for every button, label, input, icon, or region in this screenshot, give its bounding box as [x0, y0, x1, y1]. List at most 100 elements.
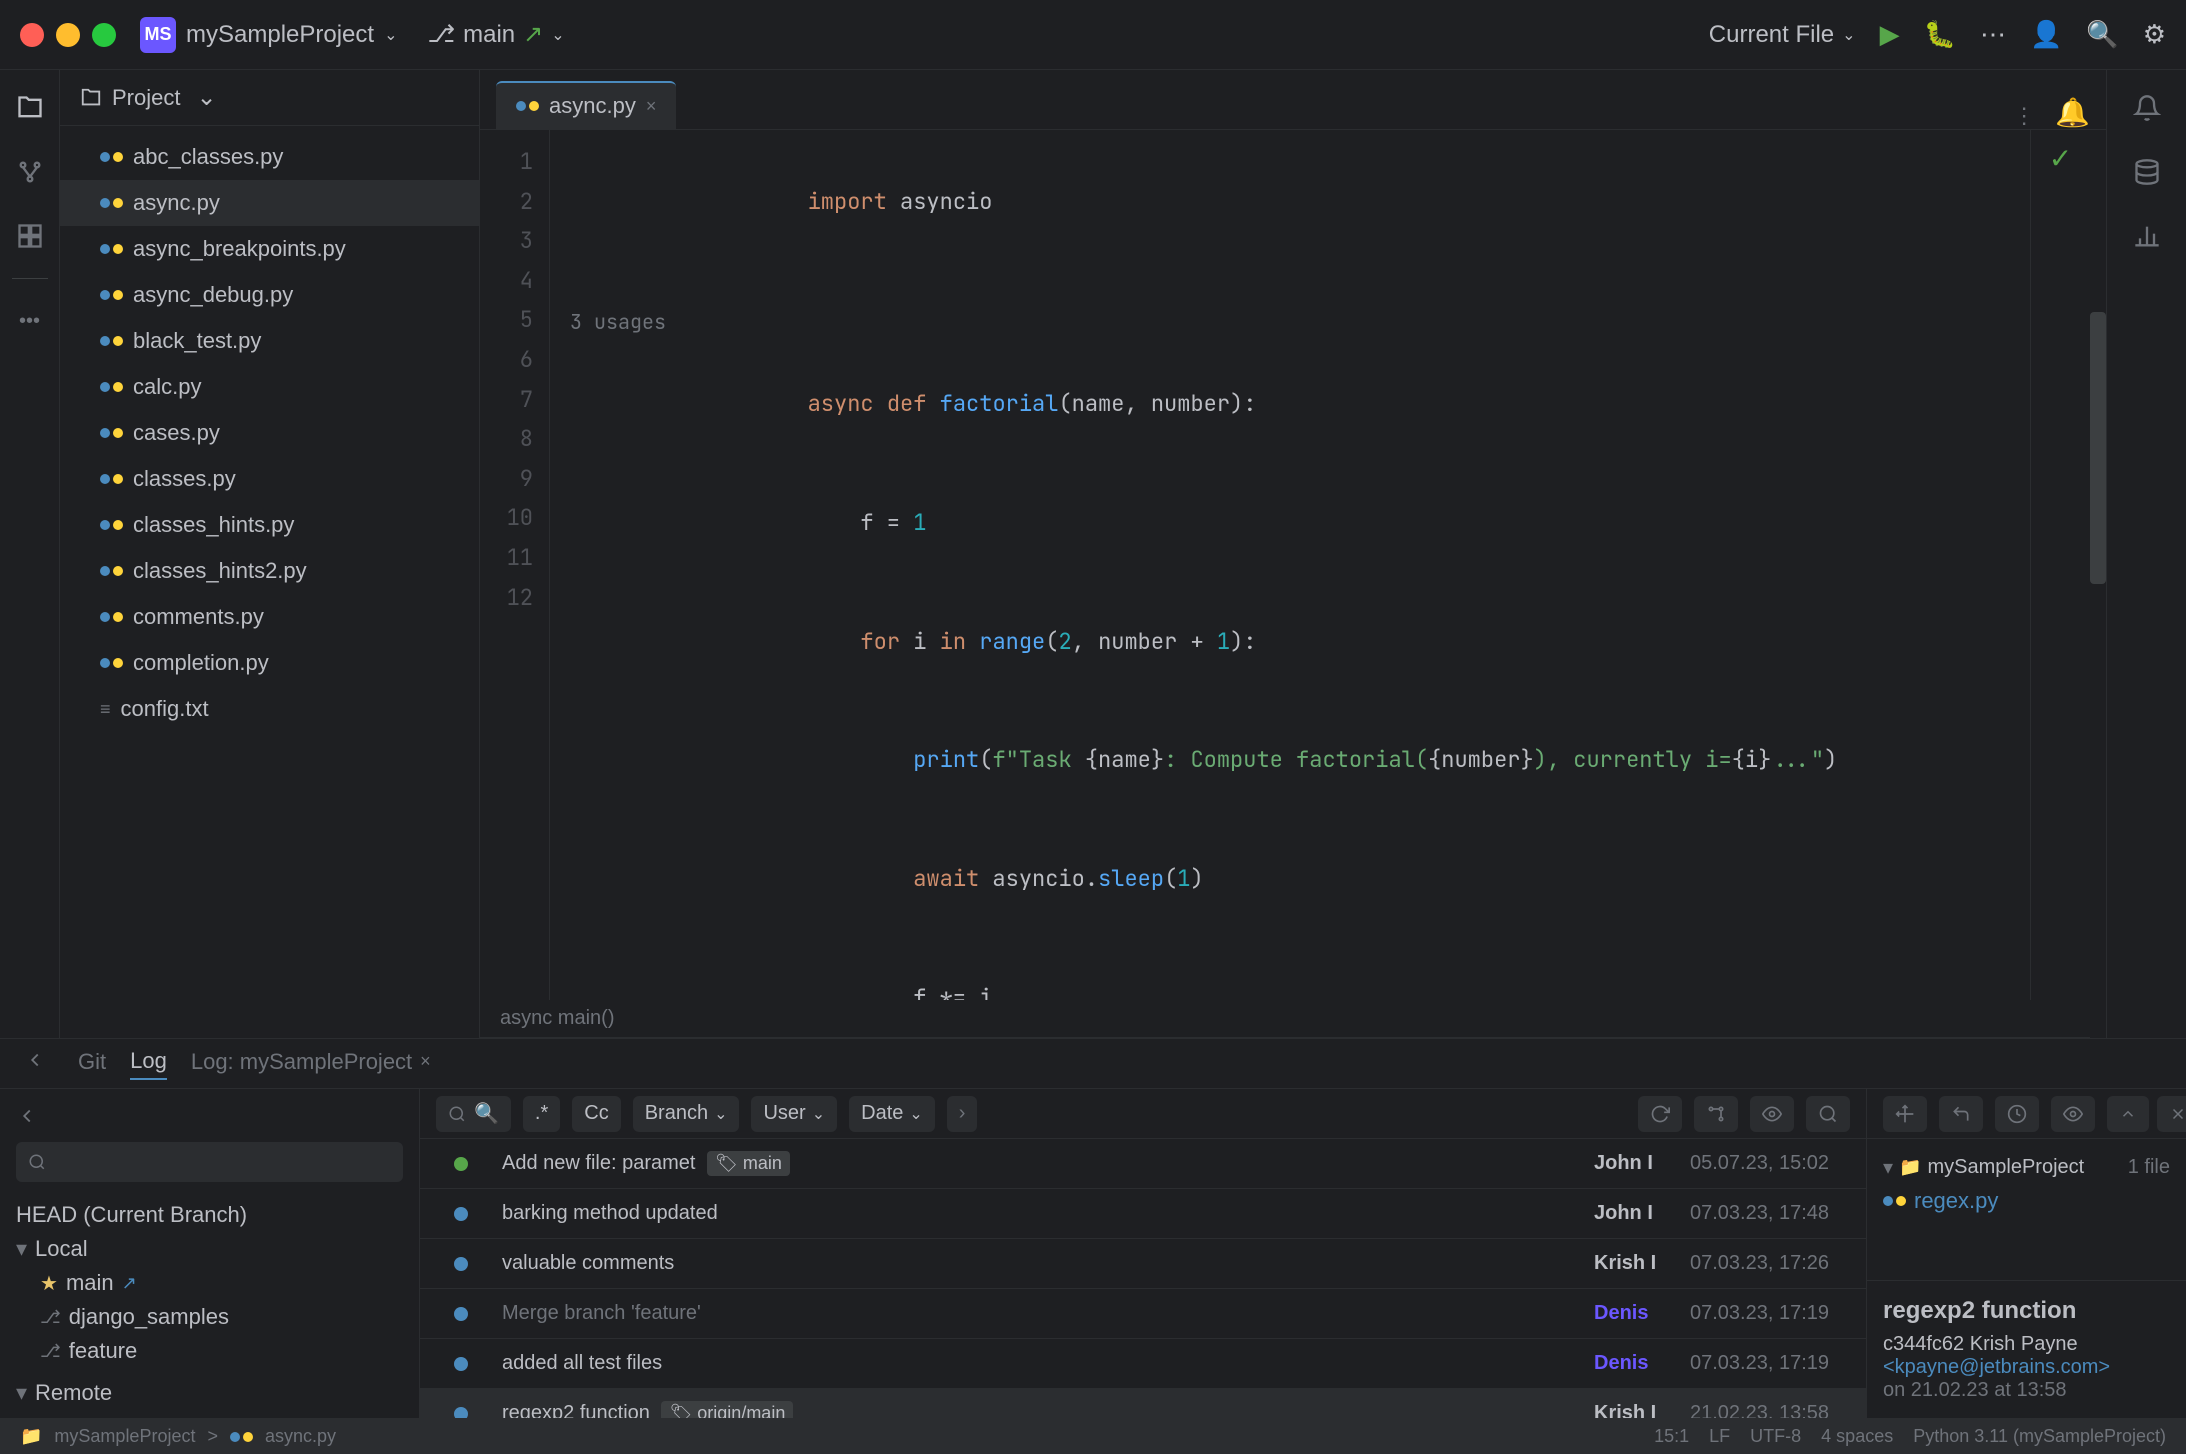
traffic-lights — [20, 23, 116, 47]
sidebar-structure-btn[interactable] — [8, 214, 52, 258]
commit-author-2: Krish I — [1594, 1252, 1674, 1275]
status-folder-icon: 📁 — [20, 1426, 42, 1447]
run-button[interactable]: ▶ — [1880, 19, 1900, 50]
commit-row-0[interactable]: Add new file: paramet 🏷 main John I 05.0… — [420, 1139, 1866, 1189]
git-branch-feature[interactable]: ⎇ feature — [16, 1334, 403, 1368]
commit-row-2[interactable]: valuable comments Krish I 07.03.23, 17:2… — [420, 1239, 1866, 1289]
commit-msg-1: barking method updated — [502, 1202, 1578, 1225]
right-panel-bell[interactable] — [2125, 86, 2169, 130]
tab-bar: async.py × ⋮ 🔔 — [480, 70, 2106, 130]
detail-folder-icon: 📁 — [1899, 1157, 1921, 1178]
commit-author-5: Krish I — [1594, 1402, 1674, 1418]
file-list: abc_classes.py async.py async_breakpoint… — [60, 126, 479, 1038]
status-encoding[interactable]: UTF-8 — [1750, 1426, 1801, 1447]
git-panel-prev[interactable] — [16, 1105, 403, 1134]
refresh-btn[interactable] — [1638, 1096, 1682, 1132]
file-item-comments[interactable]: comments.py — [60, 594, 479, 640]
sidebar-vcs-btn[interactable] — [8, 150, 52, 194]
git-branch-main[interactable]: ★ main ↗ — [16, 1266, 403, 1300]
tab-more-button[interactable]: ⋮ — [2013, 103, 2035, 129]
regex-filter-btn[interactable]: .* — [523, 1096, 560, 1132]
code-line-5: f = 1 — [570, 463, 2010, 582]
code-editor[interactable]: import asyncio 3 usages async def factor… — [550, 130, 2030, 1000]
tab-python-icon — [516, 101, 539, 111]
detail-expand-btn[interactable] — [1883, 1096, 1927, 1132]
branch-info[interactable]: ⎇ main ↗ ⌄ — [427, 20, 564, 49]
file-item-classes-hints[interactable]: classes_hints.py — [60, 502, 479, 548]
minimap-scrollbar[interactable] — [2090, 130, 2106, 1038]
git-search-input[interactable] — [16, 1142, 403, 1182]
python-file-icon — [100, 428, 123, 438]
commit-list: Add new file: paramet 🏷 main John I 05.0… — [420, 1139, 1866, 1418]
more-button[interactable]: ⋯ — [1980, 19, 2006, 50]
file-item-black-test[interactable]: black_test.py — [60, 318, 479, 364]
detail-up-btn[interactable] — [2107, 1096, 2149, 1132]
commit-author-4: Denis — [1594, 1352, 1674, 1375]
tab-close-log[interactable]: × — [420, 1051, 431, 1072]
notification-bell[interactable]: 🔔 — [2055, 96, 2090, 129]
current-file-dropdown-icon[interactable]: ⌄ — [1842, 25, 1855, 45]
bottom-panel-collapse[interactable] — [24, 1049, 46, 1078]
detail-back-btn[interactable] — [1939, 1096, 1983, 1132]
git-branch-django[interactable]: ⎇ django_samples — [16, 1300, 403, 1334]
detail-close-btn[interactable] — [2157, 1096, 2186, 1132]
project-dropdown-arrow[interactable]: ⌄ — [196, 83, 216, 112]
tab-log[interactable]: Log — [130, 1048, 167, 1080]
file-item-config[interactable]: ≡ config.txt — [60, 686, 479, 732]
branch-filter-btn[interactable]: Branch ⌄ — [633, 1096, 740, 1132]
right-panel-db[interactable] — [2125, 150, 2169, 194]
more-filter-btn[interactable]: › — [947, 1096, 978, 1132]
git-remote-section[interactable]: ▾ Remote — [16, 1376, 403, 1402]
minimap-thumb[interactable] — [2090, 312, 2106, 584]
branch-dropdown-icon[interactable]: ⌄ — [551, 25, 564, 45]
search-icon[interactable]: 🔍 — [2086, 19, 2118, 50]
file-item-async-debug[interactable]: async_debug.py — [60, 272, 479, 318]
sidebar-more-btn[interactable]: ••• — [8, 299, 52, 343]
user-filter-btn[interactable]: User ⌄ — [751, 1096, 837, 1132]
file-item-calc[interactable]: calc.py — [60, 364, 479, 410]
file-item-abc-classes[interactable]: abc_classes.py — [60, 134, 479, 180]
project-dropdown-icon[interactable]: ⌄ — [384, 25, 397, 45]
status-indent[interactable]: 4 spaces — [1821, 1426, 1893, 1447]
file-item-classes[interactable]: classes.py — [60, 456, 479, 502]
current-file-section[interactable]: Current File ⌄ — [1709, 21, 1856, 49]
account-icon[interactable]: 👤 — [2030, 19, 2062, 50]
sidebar-files-btn[interactable] — [8, 86, 52, 130]
status-line-endings[interactable]: LF — [1709, 1426, 1730, 1447]
status-python-version[interactable]: Python 3.11 (mySampleProject) — [1913, 1426, 2166, 1447]
tab-close-button[interactable]: × — [646, 96, 657, 117]
commit-msg-2: valuable comments — [502, 1252, 1578, 1275]
branch-compare-btn[interactable] — [1694, 1096, 1738, 1132]
debug-button[interactable]: 🐛 — [1924, 19, 1956, 50]
file-item-classes-hints2[interactable]: classes_hints2.py — [60, 548, 479, 594]
commit-row-3[interactable]: Merge branch 'feature' Denis 07.03.23, 1… — [420, 1289, 1866, 1339]
status-position[interactable]: 15:1 — [1654, 1426, 1689, 1447]
file-item-completion[interactable]: completion.py — [60, 640, 479, 686]
project-name[interactable]: MS mySampleProject ⌄ — [140, 17, 397, 53]
commit-row-4[interactable]: added all test files Denis 07.03.23, 17:… — [420, 1339, 1866, 1389]
minimize-button[interactable] — [56, 23, 80, 47]
editor-tab-async[interactable]: async.py × — [496, 81, 676, 129]
right-panel-chart[interactable] — [2125, 214, 2169, 258]
file-item-async[interactable]: async.py — [60, 180, 479, 226]
detail-history-btn[interactable] — [1995, 1096, 2039, 1132]
file-item-cases[interactable]: cases.py — [60, 410, 479, 456]
commit-search-box[interactable]: 🔍 — [436, 1096, 511, 1132]
detail-eye-btn[interactable] — [2051, 1096, 2095, 1132]
maximize-button[interactable] — [92, 23, 116, 47]
close-button[interactable] — [20, 23, 44, 47]
commit-msg-0: Add new file: paramet 🏷 main — [502, 1151, 1578, 1176]
tab-git[interactable]: Git — [78, 1049, 106, 1079]
tab-log-project[interactable]: Log: mySampleProject × — [191, 1049, 431, 1079]
commit-row-1[interactable]: barking method updated John I 07.03.23, … — [420, 1189, 1866, 1239]
current-file-label: Current File — [1709, 21, 1834, 49]
detail-file-regex[interactable]: regex.py — [1883, 1184, 2170, 1218]
git-local-section[interactable]: ▾ Local — [16, 1232, 403, 1266]
commit-row-5[interactable]: regexp2 function 🏷 origin/main Krish I 2… — [420, 1389, 1866, 1418]
date-filter-btn[interactable]: Date ⌄ — [849, 1096, 935, 1132]
settings-icon[interactable]: ⚙ — [2143, 19, 2166, 50]
case-filter-btn[interactable]: Cc — [572, 1096, 620, 1132]
eye-btn[interactable] — [1750, 1096, 1794, 1132]
file-item-async-breakpoints[interactable]: async_breakpoints.py — [60, 226, 479, 272]
log-search-btn[interactable] — [1806, 1096, 1850, 1132]
